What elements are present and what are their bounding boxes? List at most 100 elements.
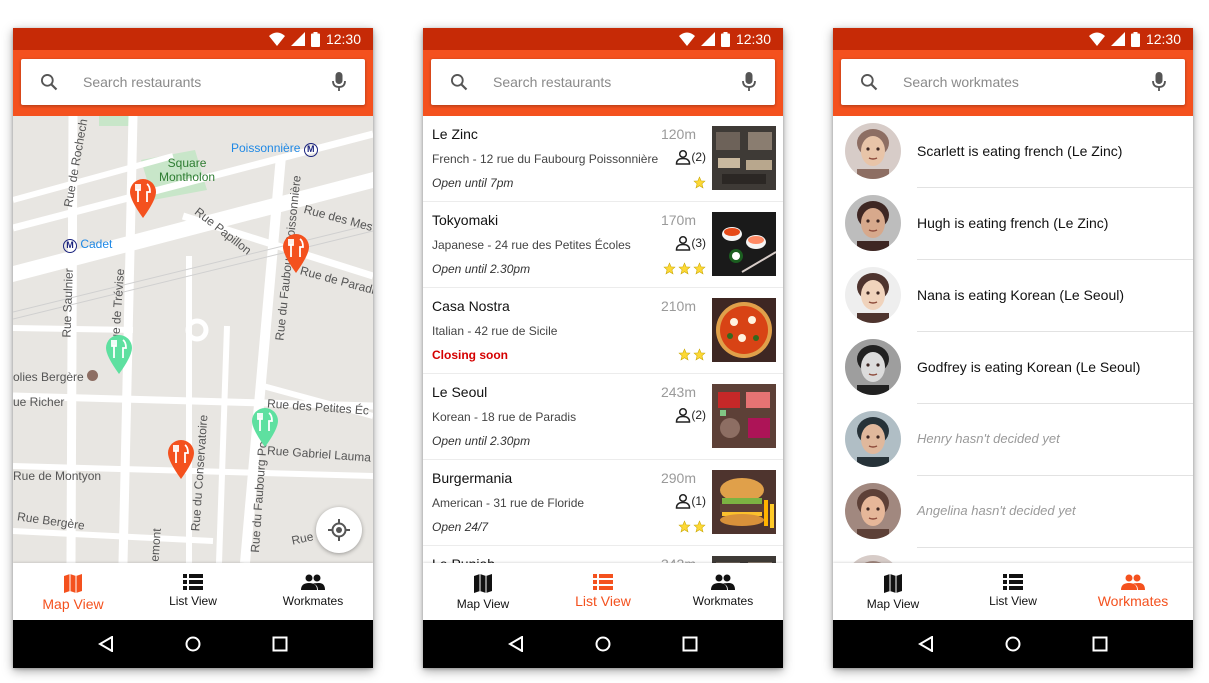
restaurant-marker-green[interactable] [250,407,280,447]
restaurant-distance: 170m [660,212,696,228]
restaurant-marker[interactable] [281,233,311,273]
nav-workmates-label: Workmates [1097,593,1169,609]
nav-map-view[interactable]: Map View [833,563,953,620]
home-icon[interactable] [595,636,611,652]
restaurant-photo [712,212,776,276]
restaurant-address: Korean - 18 rue de Paradis [432,410,577,424]
rating-stars [678,520,706,533]
battery-icon [310,31,320,47]
nav-list-view[interactable]: List View [953,563,1073,620]
workmates-count-text: (1) [691,494,706,508]
workmates-count: (2) [675,407,706,423]
workmate-row[interactable]: Henry hasn't decided yet [833,404,1193,476]
status-time: 12:30 [735,31,771,47]
map[interactable]: Square Montholon Poissonnière M M Cadet … [13,116,373,563]
restaurant-name: Tokyomaki [432,212,499,228]
nav-list-view[interactable]: List View [133,563,253,620]
restaurant-name: Le Punjab [432,556,495,563]
workmate-row[interactable]: Angelina hasn't decided yet [833,476,1193,548]
person-icon [676,235,691,251]
workmate-row[interactable]: Nana is eating Korean (Le Seoul) [833,260,1193,332]
restaurant-address: American - 31 rue de Floride [432,496,585,510]
home-icon[interactable] [185,636,201,652]
system-navigation-bar [833,620,1193,668]
people-icon [711,574,735,590]
workmate-row[interactable]: Godfrey is eating Korean (Le Seoul) [833,332,1193,404]
restaurant-photo [712,556,776,563]
star-icon [678,262,691,275]
restaurant-address: French - 12 rue du Faubourg Poissonnière [432,152,659,166]
wifi-icon [1088,32,1105,46]
crosshair-icon [328,519,350,541]
workmates-screen: 12:30 Scarlett is eating french (Le Zinc… [833,28,1193,668]
search-icon[interactable] [859,72,879,92]
recents-icon[interactable] [682,636,698,652]
workmate-status: Angelina hasn't decided yet [917,503,1076,518]
workmates-list: Scarlett is eating french (Le Zinc) Hugh … [833,116,1193,563]
nav-map-label: Map View [42,596,104,612]
restaurant-hours: Open until 2.30pm [432,262,531,276]
map-label-folies-text: olies Bergère [13,370,84,384]
restaurant-name: Le Zinc [432,126,478,142]
restaurant-marker-green[interactable] [104,334,134,374]
search-input[interactable] [903,69,1133,95]
workmate-status: Scarlett is eating french (Le Zinc) [917,143,1123,159]
restaurant-marker[interactable] [166,439,196,479]
workmates-count: (2) [675,149,706,165]
app-bar [833,50,1193,116]
restaurant-row[interactable]: Tokyomaki 170m Japanese - 24 rue des Petit… [423,202,783,288]
restaurant-row[interactable]: Le Zinc 120m French - 12 rue du Faubourg P… [423,116,783,202]
restaurant-row[interactable]: Le Seoul 243m Korean - 18 rue de Paradis Op… [423,374,783,460]
map-label-folies: olies Bergère [13,370,99,384]
workmate-row[interactable]: Hugh is eating french (Le Zinc) [833,188,1193,260]
nav-workmates[interactable]: Workmates [663,563,783,620]
status-bar: 12:30 [423,28,783,50]
map-label-poissonniere-text: Poissonnière [231,141,301,155]
home-icon[interactable] [1005,636,1021,652]
nav-map-view[interactable]: Map View [13,563,133,620]
metro-icon: M [303,143,318,157]
microphone-icon[interactable] [1151,71,1167,93]
map-icon [884,574,902,593]
microphone-icon[interactable] [741,71,757,93]
nav-list-view[interactable]: List View [543,563,663,620]
map-label-richer: ue Richer [13,395,65,409]
nav-map-label: Map View [456,597,510,611]
restaurant-photo [712,384,776,448]
back-icon[interactable] [98,636,114,652]
metro-icon: M [63,239,77,253]
restaurant-address: Japanese - 24 rue des Petites Écoles [432,238,631,252]
search-input[interactable] [493,69,723,95]
back-icon[interactable] [918,636,934,652]
my-location-button[interactable] [316,507,362,553]
recents-icon[interactable] [1092,636,1108,652]
map-label-poissonniere: Poissonnière M [231,141,318,157]
status-time: 12:30 [325,31,361,47]
restaurant-photo [712,126,776,190]
workmate-row[interactable]: Scarlett is eating french (Le Zinc) [833,116,1193,188]
search-icon[interactable] [39,72,59,92]
restaurant-name: Le Seoul [432,384,488,400]
search-input[interactable] [83,69,313,95]
person-icon [676,407,691,423]
status-bar: 12:30 [13,28,373,50]
nav-workmates[interactable]: Workmates [253,563,373,620]
nav-map-view[interactable]: Map View [423,563,543,620]
wifi-icon [678,32,695,46]
bottom-navigation: Map View List View Workmates [423,563,783,620]
nav-list-label: List View [575,593,631,609]
restaurant-name: Burgermania [432,470,513,486]
nav-workmates[interactable]: Workmates [1073,563,1193,620]
recents-icon[interactable] [272,636,288,652]
back-icon[interactable] [508,636,524,652]
map-label-square: Square Montholon [159,156,216,184]
microphone-icon[interactable] [331,71,347,93]
restaurant-row[interactable]: Le Punjab 342m [423,546,783,563]
person-icon [676,149,691,165]
restaurant-marker[interactable] [128,178,158,218]
map-label-montyon: Rue de Montyon [13,469,102,483]
restaurant-row[interactable]: Burgermania 290m American - 31 rue de Flor… [423,460,783,546]
restaurant-row[interactable]: Casa Nostra 210m Italian - 42 rue de Sicil… [423,288,783,374]
search-icon[interactable] [449,72,469,92]
workmate-row-partial[interactable] [833,548,1193,563]
